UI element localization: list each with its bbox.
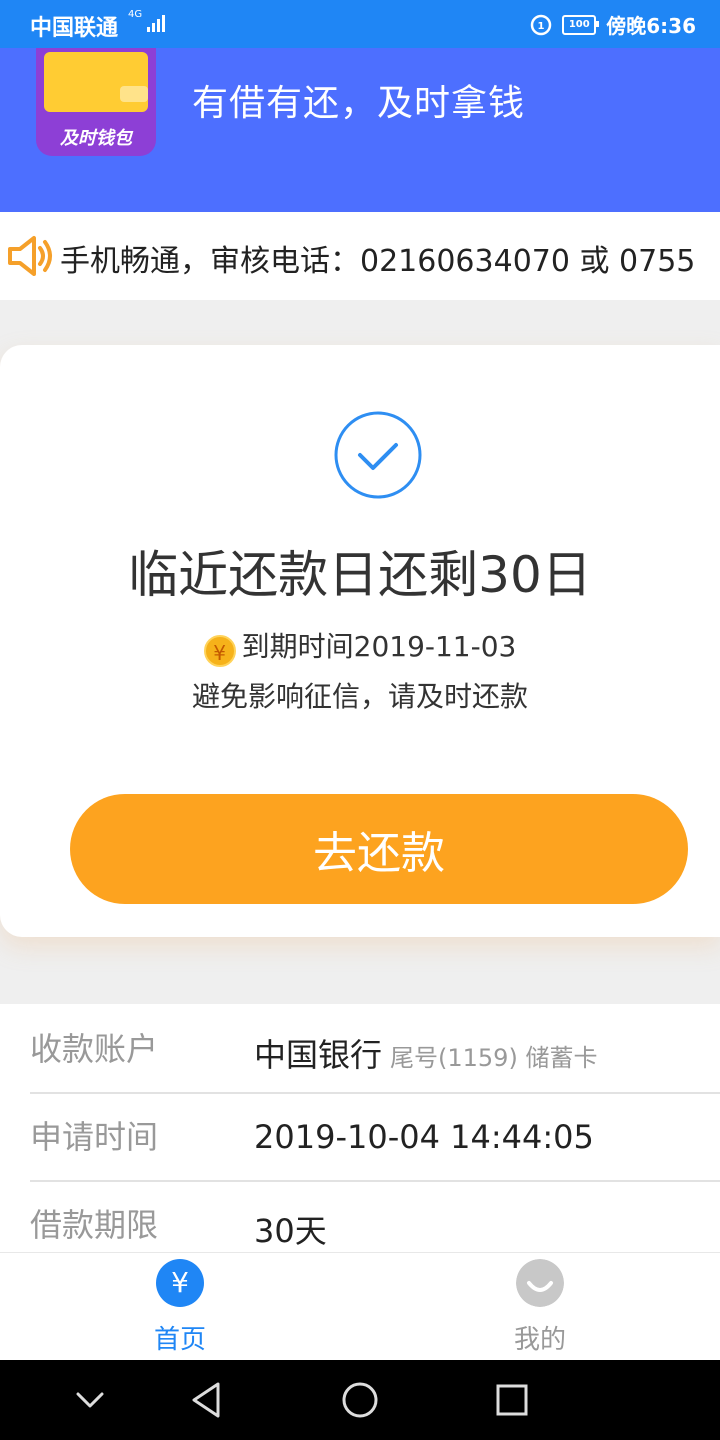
info-value: 2019-10-04 14:44:05 — [254, 1118, 594, 1156]
info-label: 借款期限 — [30, 1206, 159, 1244]
tab-home-label: 首页 — [153, 1325, 206, 1355]
info-row-account: 收款账户 中国银行 尾号(1159) 储蓄卡 — [30, 1004, 720, 1094]
tab-mine[interactable]: 我的 — [360, 1253, 720, 1361]
credit-hint: 避免影响征信，请及时还款 — [191, 680, 528, 713]
app-slogan: 有借有还，及时拿钱 — [192, 83, 526, 124]
loan-info: 收款账户 中国银行 尾号(1159) 储蓄卡 申请时间 2019-10-04 14… — [0, 1004, 720, 1252]
coin-icon: ¥ — [203, 635, 236, 667]
wallet-icon — [44, 52, 148, 112]
battery-icon: 100 — [562, 14, 600, 35]
bank-name: 中国银行 — [254, 1036, 383, 1074]
tab-home[interactable]: ¥ 首页 — [0, 1253, 360, 1361]
smile-icon — [516, 1259, 564, 1307]
card-tail: 尾号(1159) 储蓄卡 — [390, 1044, 598, 1072]
speaker-icon — [8, 236, 52, 276]
info-label: 收款账户 — [30, 1030, 159, 1068]
logo-text: 及时钱包 — [60, 128, 132, 149]
repay-button[interactable]: 去还款 — [70, 794, 688, 904]
notice-bar: 手机畅通，审核电话：02160634070 或 0755 — [0, 212, 720, 300]
signal-icon — [147, 15, 165, 32]
recents-icon[interactable] — [494, 1380, 530, 1420]
hide-keyboard-icon[interactable] — [74, 1380, 106, 1420]
check-circle-icon — [334, 411, 422, 499]
bottom-tab-bar: ¥ 首页 我的 — [0, 1252, 720, 1361]
status-time: 傍晚6:36 — [606, 14, 696, 38]
notice-text: 手机畅通，审核电话：02160634070 或 0755 — [60, 244, 696, 279]
svg-text:1: 1 — [538, 21, 545, 32]
status-right: 1 100 傍晚6:36 — [530, 10, 696, 39]
info-label: 申请时间 — [30, 1118, 159, 1156]
info-value: 中国银行 尾号(1159) 储蓄卡 — [254, 1030, 597, 1076]
system-nav-bar — [0, 1360, 720, 1440]
network-type: 4G — [128, 9, 143, 20]
app-logo: 及时钱包 — [36, 48, 156, 156]
back-icon[interactable] — [188, 1380, 224, 1420]
home-icon[interactable] — [340, 1380, 380, 1420]
yen-icon: ¥ — [156, 1259, 204, 1307]
info-row-apply-time: 申请时间 2019-10-04 14:44:05 — [30, 1092, 720, 1182]
repayment-card: 临近还款日还剩30日 ¥ 到期时间2019-11-03 避免影响征信，请及时还款 … — [0, 345, 720, 937]
battery-level: 100 — [568, 19, 590, 30]
due-countdown-title: 临近还款日还剩30日 — [128, 546, 592, 604]
data-saver-icon: 1 — [531, 14, 552, 35]
info-row-term: 借款期限 30天 — [30, 1180, 720, 1252]
carrier-name: 中国联通 — [30, 16, 119, 41]
tab-mine-label: 我的 — [513, 1325, 566, 1355]
wallet-clasp — [120, 86, 148, 102]
app-header: 及时钱包 有借有还，及时拿钱 — [0, 48, 720, 212]
info-value: 30天 — [254, 1212, 327, 1250]
status-bar: 中国联通 4G 1 100 傍晚6:36 — [0, 0, 720, 48]
due-date-row: ¥ 到期时间2019-11-03 — [0, 625, 720, 667]
yen-glyph: ¥ — [171, 1266, 189, 1299]
due-date-text: 到期时间2019-11-03 — [241, 630, 517, 663]
